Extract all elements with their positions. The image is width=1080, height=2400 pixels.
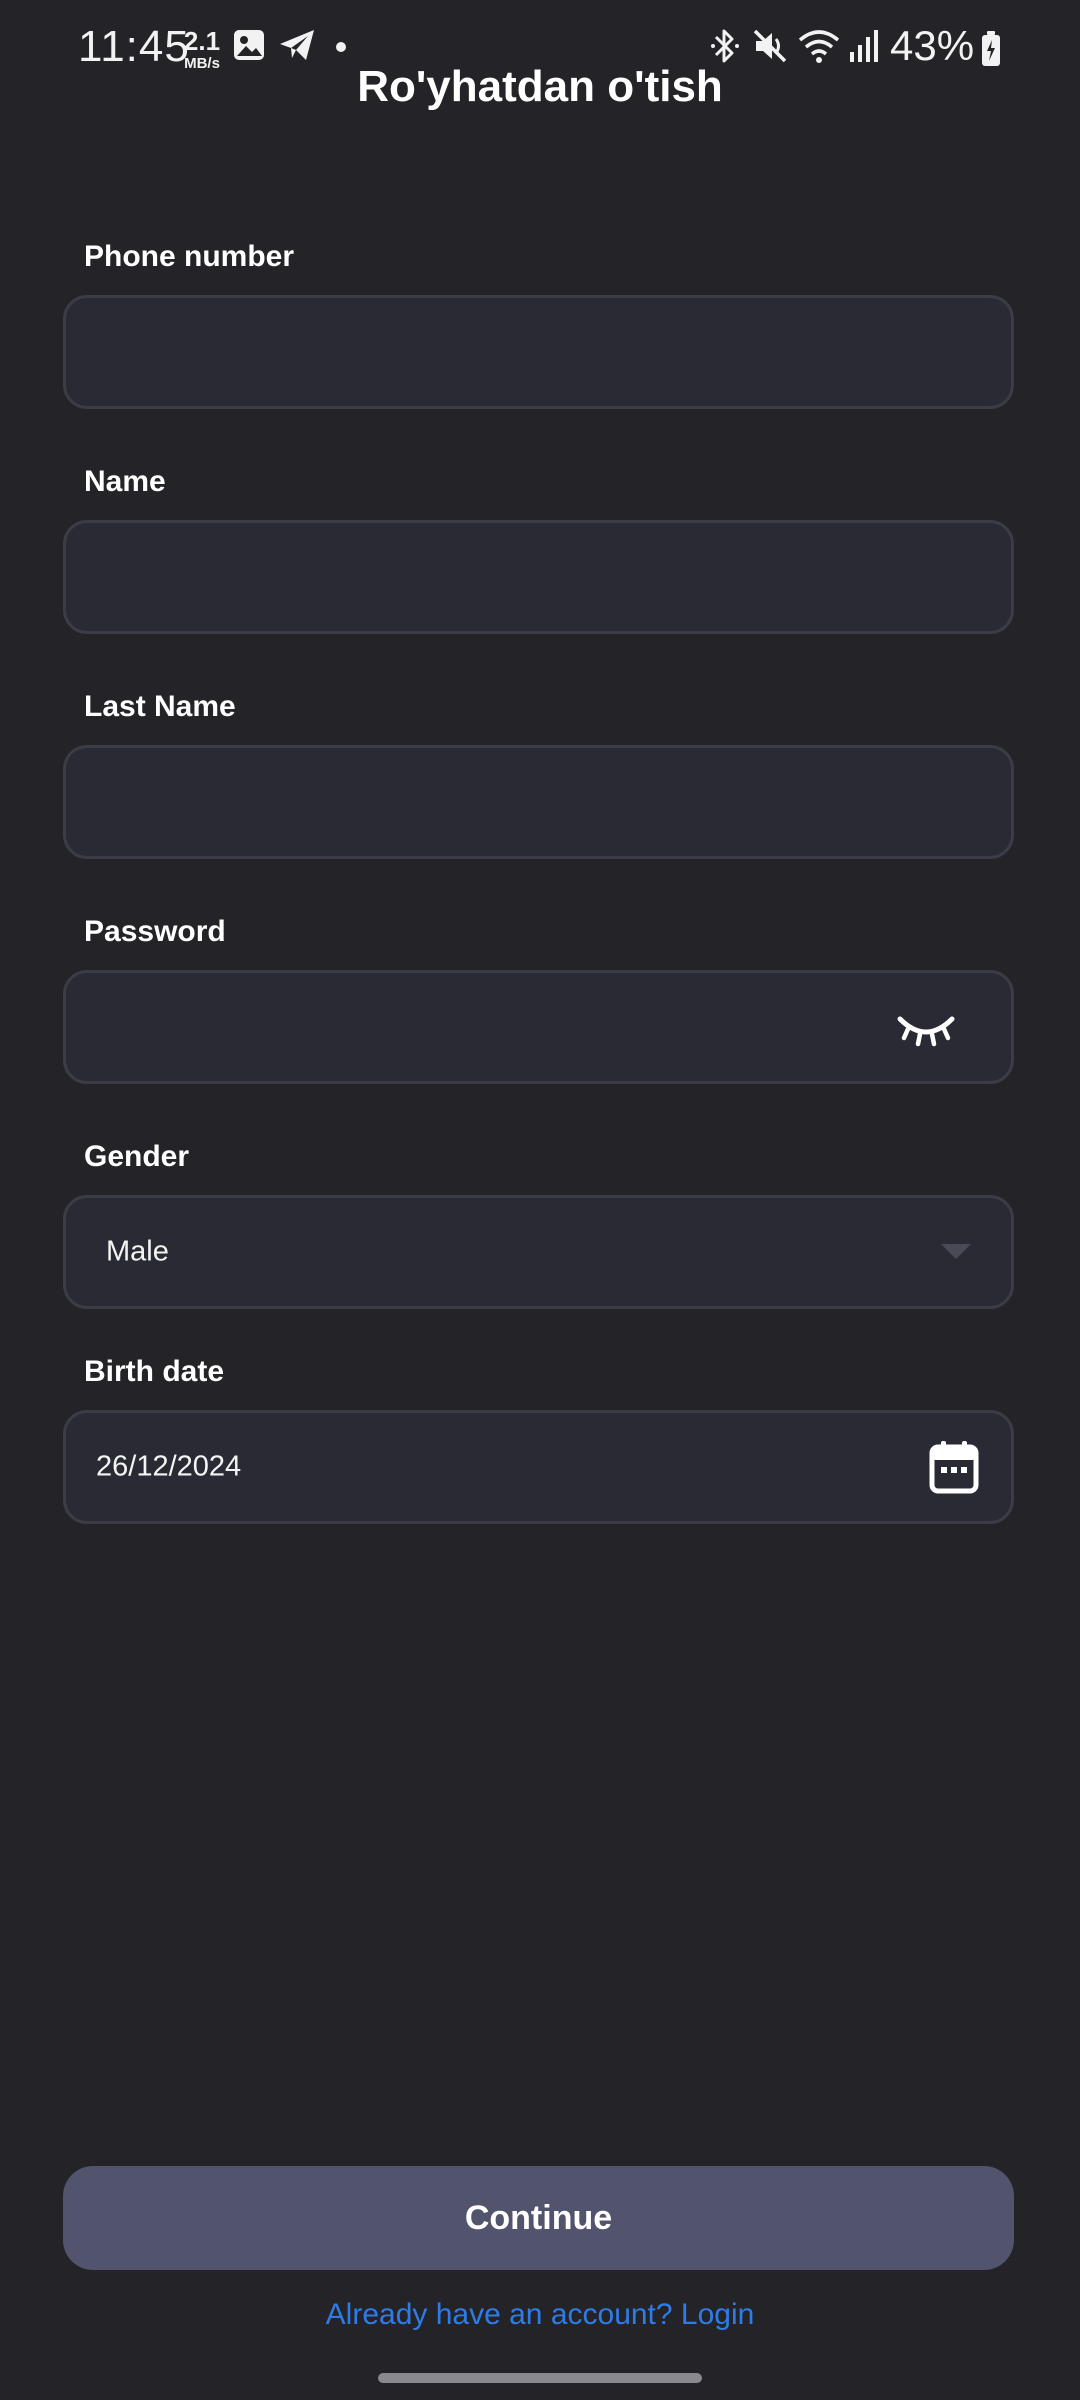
gallery-icon — [234, 30, 264, 60]
gender-label: Gender — [84, 1140, 190, 1173]
birth-date-value: 26/12/2024 — [96, 1450, 242, 1483]
login-link[interactable]: Already have an account? Login — [0, 2298, 1080, 2332]
password-input[interactable] — [63, 970, 1014, 1084]
birth-date-input[interactable]: 26/12/2024 — [63, 1410, 1014, 1524]
page-title: Ro'yhatdan o'tish — [357, 62, 723, 111]
bluetooth-icon — [711, 29, 739, 63]
last-name-label: Last Name — [84, 690, 236, 723]
telegram-icon — [280, 30, 314, 60]
name-input[interactable] — [63, 520, 1014, 634]
wifi-icon — [798, 30, 840, 63]
signal-icon — [850, 30, 878, 62]
gender-value: Male — [106, 1235, 169, 1268]
eye-closed-icon[interactable] — [896, 1007, 956, 1047]
calendar-icon[interactable] — [929, 1440, 979, 1494]
last-name-input[interactable] — [63, 745, 1014, 859]
home-indicator[interactable] — [378, 2373, 702, 2383]
network-speed-value: 2.1 — [183, 26, 221, 56]
dropdown-arrow-icon — [941, 1244, 971, 1259]
mute-icon — [753, 29, 787, 63]
birth-date-label: Birth date — [84, 1355, 225, 1388]
phone-number-input[interactable] — [63, 295, 1014, 409]
gender-select[interactable]: Male — [63, 1195, 1014, 1309]
password-label: Password — [84, 915, 226, 948]
phone-number-label: Phone number — [84, 240, 295, 273]
continue-button[interactable]: Continue — [63, 2166, 1014, 2270]
name-label: Name — [84, 465, 166, 498]
dot-icon — [336, 42, 346, 52]
